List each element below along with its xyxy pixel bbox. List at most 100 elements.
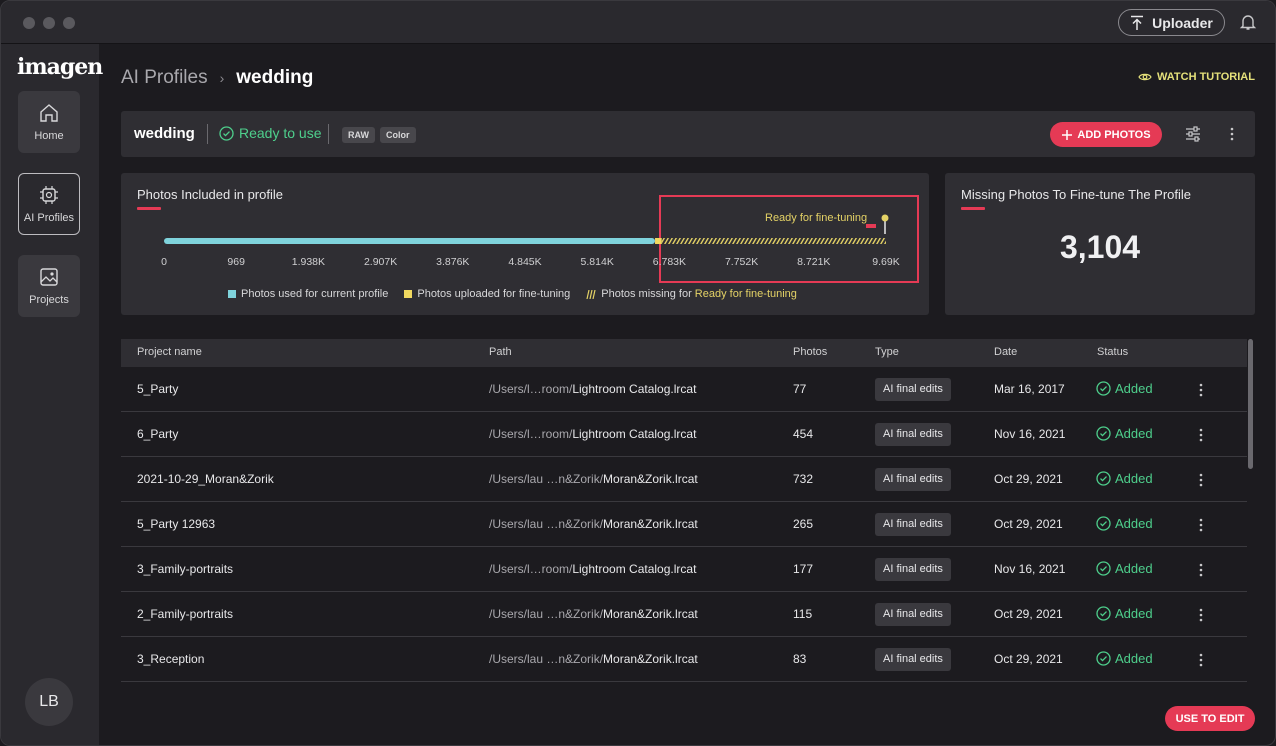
progress-segment-uploaded <box>655 238 662 244</box>
row-more-options-icon[interactable] <box>1193 517 1209 533</box>
row-more-options-icon[interactable] <box>1193 562 1209 578</box>
check-circle-icon <box>1096 426 1111 441</box>
type-badge: AI final edits <box>875 378 951 401</box>
header-photos[interactable]: Photos <box>793 346 827 358</box>
missing-photos-card: Missing Photos To Fine-tune The Profile … <box>945 173 1255 315</box>
sidebar-item-label: AI Profiles <box>23 212 75 224</box>
table-row[interactable]: 5_Party/Users/l…room/Lightroom Catalog.l… <box>121 367 1247 412</box>
photos-count-cell: 77 <box>793 382 807 396</box>
status-cell: Added <box>1096 381 1153 396</box>
progress-segment-used <box>164 238 656 244</box>
sliders-icon[interactable] <box>1184 125 1202 143</box>
profile-header-bar: wedding Ready to use RAW Color ADD PHOTO… <box>121 111 1255 157</box>
more-options-icon[interactable] <box>1224 126 1240 142</box>
bell-icon[interactable] <box>1239 13 1257 31</box>
tick-label: 3.876K <box>436 256 469 268</box>
add-photos-button[interactable]: ADD PHOTOS <box>1050 122 1162 147</box>
sidebar-item-ai-profiles[interactable]: AI Profiles <box>18 173 80 235</box>
legend-swatch-used <box>228 290 236 298</box>
status-label: Added <box>1115 651 1153 666</box>
tick-label: 4.845K <box>508 256 541 268</box>
uploader-button[interactable]: Uploader <box>1118 9 1225 36</box>
profile-name: wedding <box>134 125 195 142</box>
missing-photos-count: 3,104 <box>1059 229 1141 265</box>
eye-icon <box>1138 73 1152 81</box>
table-row[interactable]: 3_Family-portraits/Users/l…room/Lightroo… <box>121 547 1247 592</box>
breadcrumb-ai-profiles-link[interactable]: AI Profiles <box>121 67 208 89</box>
path-prefix: /Users/lau …n&Zorik/ <box>489 652 604 666</box>
user-avatar[interactable]: LB <box>25 678 73 726</box>
check-circle-icon <box>219 125 234 141</box>
title-underline <box>961 207 985 210</box>
table-scrollbar[interactable] <box>1248 339 1253 469</box>
date-cell: Nov 16, 2021 <box>994 427 1066 441</box>
status-cell: Added <box>1096 426 1153 441</box>
row-more-options-icon[interactable] <box>1193 607 1209 623</box>
type-badge: AI final edits <box>875 468 951 491</box>
legend-swatch-missing <box>586 289 596 299</box>
status-label: Added <box>1115 606 1153 621</box>
minimize-window-button[interactable] <box>43 17 55 29</box>
header-project-name[interactable]: Project name <box>137 346 202 358</box>
table-row[interactable]: 2_Family-portraits/Users/lau …n&Zorik/Mo… <box>121 592 1247 637</box>
project-name-cell: 6_Party <box>137 427 179 441</box>
date-cell: Oct 29, 2021 <box>994 652 1063 666</box>
row-more-options-icon[interactable] <box>1193 382 1209 398</box>
sidebar-item-projects[interactable]: Projects <box>18 255 80 317</box>
header-date[interactable]: Date <box>994 346 1017 358</box>
home-icon <box>40 104 58 122</box>
photos-count-cell: 265 <box>793 517 814 531</box>
path-cell: /Users/lau …n&Zorik/Moran&Zorik.lrcat <box>489 652 698 666</box>
table-row[interactable]: 6_Party/Users/l…room/Lightroom Catalog.l… <box>121 412 1247 457</box>
tick-label: 2.907K <box>364 256 397 268</box>
sidebar-item-home[interactable]: Home <box>18 91 80 153</box>
photos-count-cell: 177 <box>793 562 814 576</box>
imagen-logo[interactable]: imagen <box>17 54 103 80</box>
watch-tutorial-link[interactable]: WATCH TUTORIAL <box>1138 71 1255 83</box>
header-path[interactable]: Path <box>489 346 512 358</box>
use-to-edit-button[interactable]: USE TO EDIT <box>1165 706 1255 731</box>
project-name-cell: 5_Party <box>137 382 179 396</box>
photos-count-cell: 454 <box>793 427 814 441</box>
profile-status: Ready to use <box>219 125 322 141</box>
status-cell: Added <box>1096 471 1153 486</box>
row-more-options-icon[interactable] <box>1193 472 1209 488</box>
table-row[interactable]: 5_Party 12963/Users/lau …n&Zorik/Moran&Z… <box>121 502 1247 547</box>
path-file: Lightroom Catalog.lrcat <box>572 562 697 576</box>
marker-flag <box>866 224 876 228</box>
sidebar: imagen Home AI Profiles Projects LB <box>1 44 103 745</box>
photos-count-cell: 83 <box>793 652 807 666</box>
table-row[interactable]: 3_Reception/Users/lau …n&Zorik/Moran&Zor… <box>121 637 1247 682</box>
table-row[interactable]: 2021-10-29_Moran&Zorik/Users/lau …n&Zori… <box>121 457 1247 502</box>
check-circle-icon <box>1096 561 1111 576</box>
row-more-options-icon[interactable] <box>1193 427 1209 443</box>
status-cell: Added <box>1096 516 1153 531</box>
chevron-right-icon: › <box>219 70 225 86</box>
legend-missing: Photos missing for Ready for fine-tuning <box>586 288 797 300</box>
status-label: Added <box>1115 471 1153 486</box>
path-cell: /Users/l…room/Lightroom Catalog.lrcat <box>489 427 696 441</box>
row-more-options-icon[interactable] <box>1193 652 1209 668</box>
status-label: Added <box>1115 426 1153 441</box>
check-circle-icon <box>1096 471 1111 486</box>
header-status[interactable]: Status <box>1097 346 1128 358</box>
path-file: Moran&Zorik.lrcat <box>603 517 698 531</box>
project-name-cell: 2021-10-29_Moran&Zorik <box>137 472 274 486</box>
profile-status-label: Ready to use <box>239 125 322 141</box>
status-cell: Added <box>1096 651 1153 666</box>
path-file: Lightroom Catalog.lrcat <box>572 427 697 441</box>
tick-label: 969 <box>227 256 245 268</box>
sidebar-item-label: Home <box>34 130 64 142</box>
zoom-window-button[interactable] <box>63 17 75 29</box>
upload-icon <box>1131 15 1144 30</box>
tick-label: 6.783K <box>653 256 686 268</box>
photos-count-cell: 732 <box>793 472 814 486</box>
photos-count-cell: 115 <box>793 607 813 621</box>
chip-icon <box>40 186 58 204</box>
close-window-button[interactable] <box>23 17 35 29</box>
tick-label: 9.69K <box>872 256 899 268</box>
table-header: Project name Path Photos Type Date Statu… <box>121 339 1247 367</box>
header-type[interactable]: Type <box>875 346 899 358</box>
type-badge: AI final edits <box>875 513 951 536</box>
legend-used: Photos used for current profile <box>228 288 388 300</box>
